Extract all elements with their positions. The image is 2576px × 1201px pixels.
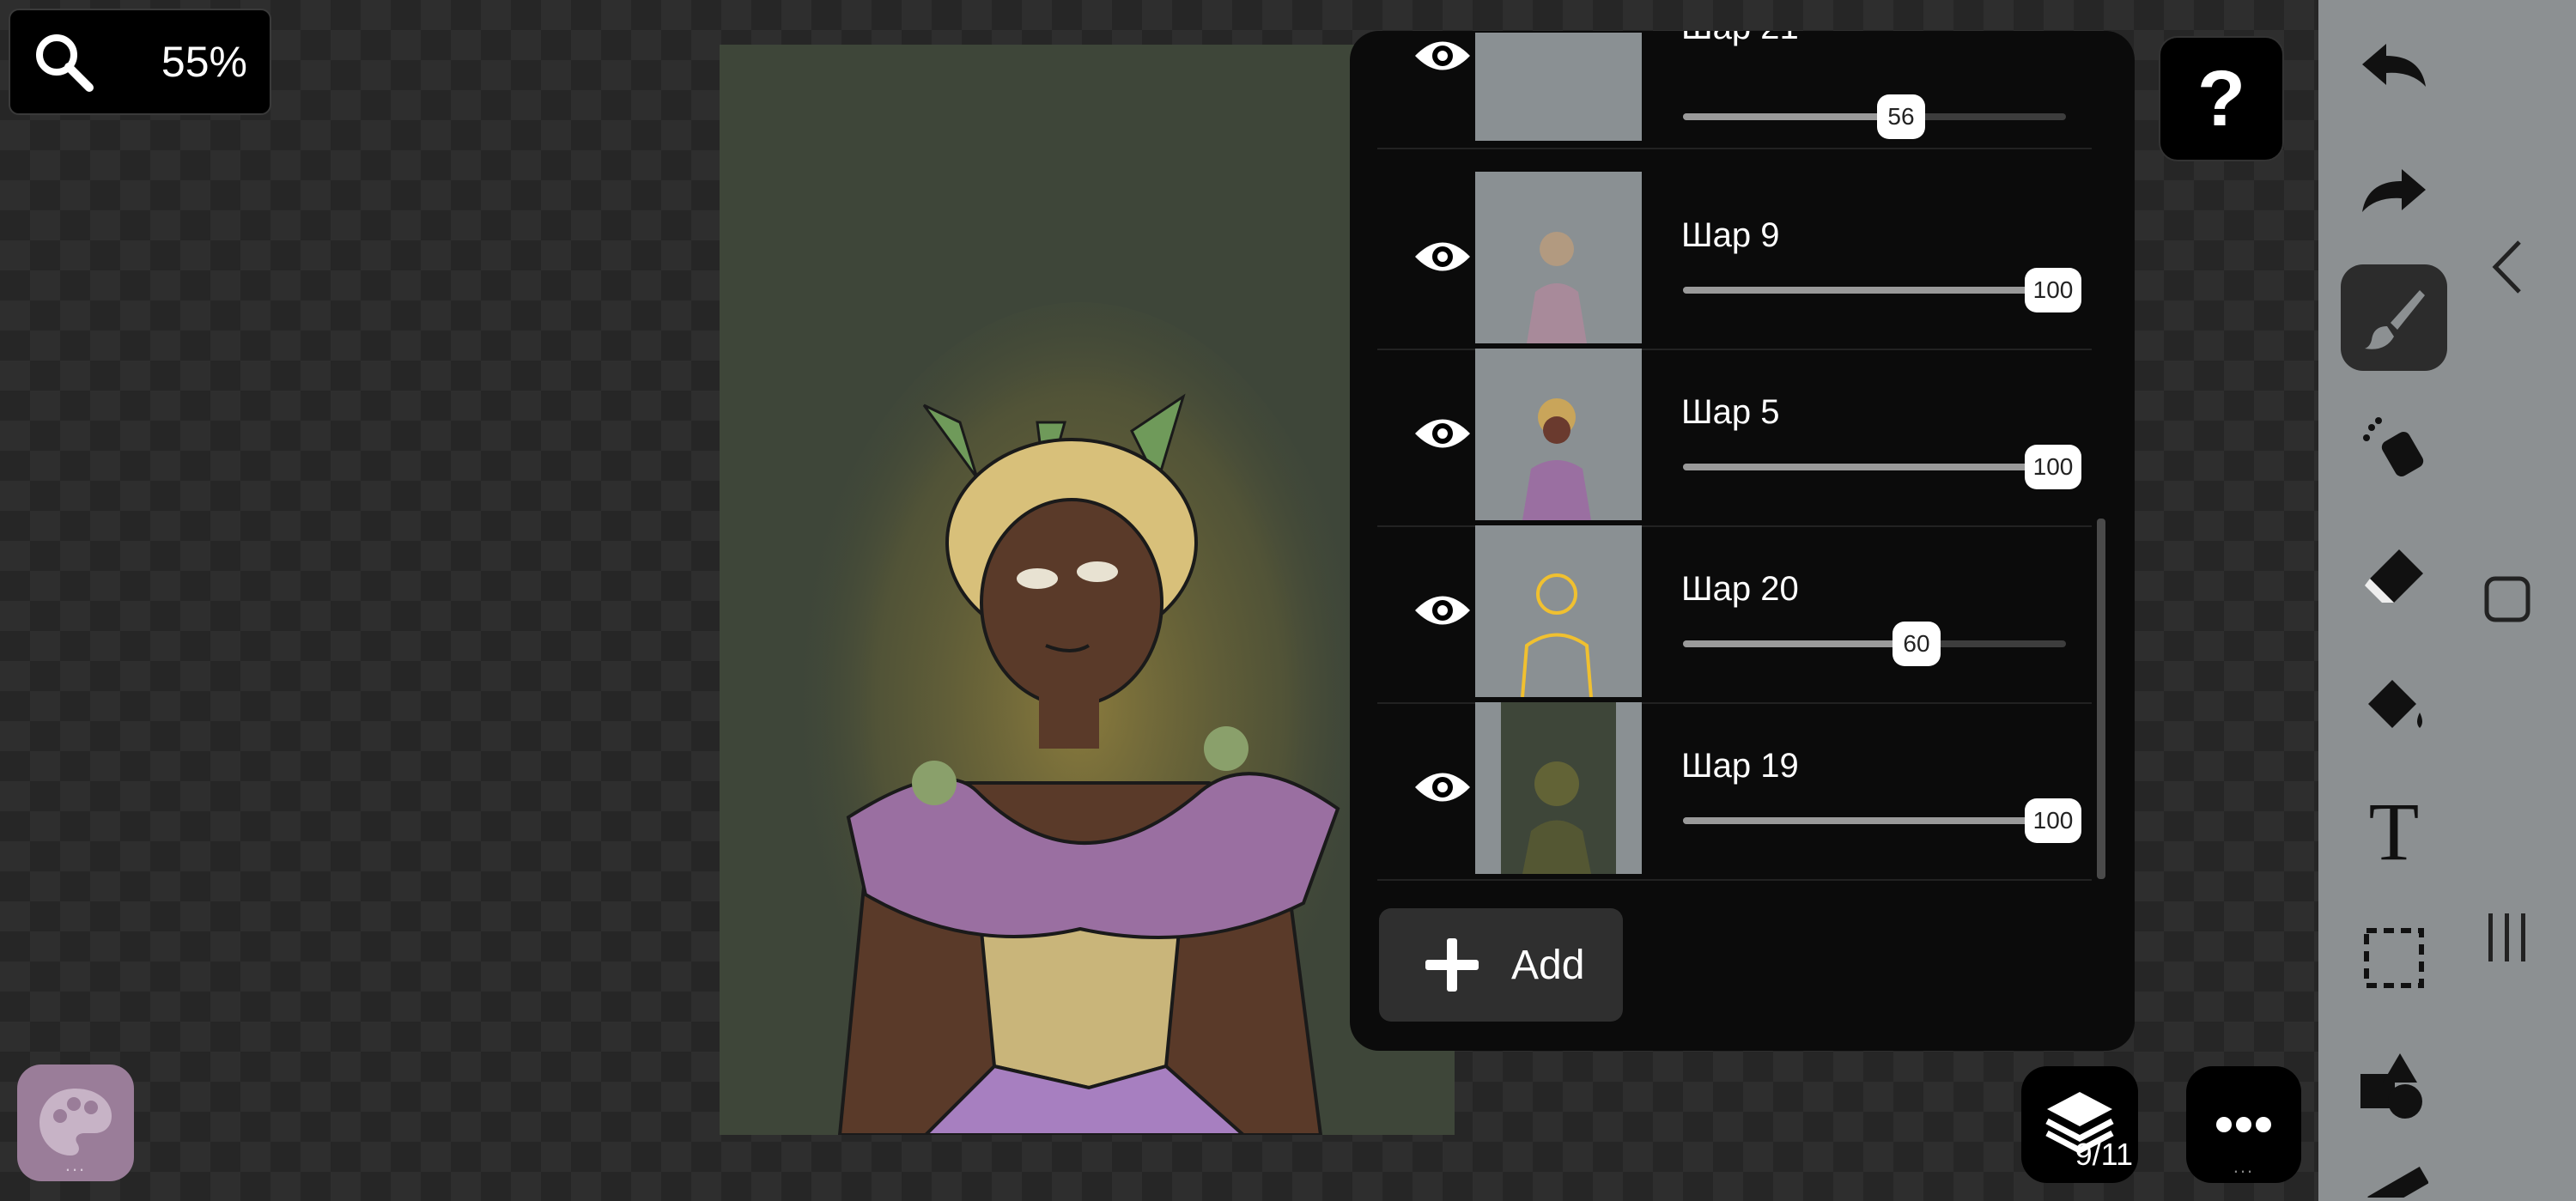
glow-outline-thumbnail[interactable] [1475,525,1642,697]
ruler-tool-button[interactable] [2341,1142,2447,1201]
undo-button[interactable] [2341,14,2447,120]
help-button[interactable]: ? [2159,36,2284,161]
layers-button[interactable]: 9/11 [2021,1066,2138,1183]
eye-icon[interactable] [1412,587,1473,634]
plus-icon [1425,938,1479,992]
undo-icon [2362,44,2426,87]
brush-icon [2365,290,2425,349]
palette-button[interactable]: ... [17,1065,134,1181]
layer-name: Шар 9 [1681,216,1780,254]
dark-background-thumbnail[interactable] [1475,702,1642,874]
add-label: Add [1511,942,1585,988]
layer-row[interactable]: Шар 5 100 [1377,349,2092,527]
selection-icon [2364,928,2424,988]
text-icon: T [2368,785,2420,877]
layer-name: Шар 19 [1681,747,1799,785]
recents-square-icon[interactable] [2482,573,2533,625]
layer-row[interactable]: Шар 20 60 [1377,525,2092,704]
eraser-tool-button[interactable] [2341,522,2447,628]
opacity-value[interactable]: 60 [1893,622,1941,666]
zoom-indicator[interactable]: 55% [9,9,271,115]
eye-icon[interactable] [1412,764,1473,810]
spray-tool-button[interactable] [2341,393,2447,500]
sketch-figure-thumbnail[interactable] [1475,172,1642,343]
layer-row[interactable]: Шар 9 100 [1377,172,2092,350]
eye-icon[interactable] [1412,234,1473,280]
text-tool-button[interactable]: T [2341,778,2447,884]
redo-button[interactable] [2341,139,2447,246]
tool-sidebar: T [2318,0,2576,1201]
redo-icon [2362,169,2426,212]
more-button[interactable]: ... [2186,1066,2301,1183]
layer-name: Шар 21 [1681,31,1799,47]
search-icon [36,34,94,92]
spray-icon [2363,417,2424,476]
selection-tool-button[interactable] [2341,905,2447,1011]
more-sub-indicator: ... [2233,1156,2255,1177]
zoom-value: 55% [161,38,247,86]
layer-count: 9/11 [2075,1137,2133,1172]
ruler-icon [2367,1166,2428,1198]
layers-panel: Шар 21 56 Шар 9 100 [1350,31,2135,1051]
palette-sub-indicator: ... [64,1154,87,1175]
opacity-value[interactable]: 56 [1877,94,1925,139]
opacity-value[interactable]: 100 [2025,268,2081,312]
opacity-value[interactable]: 100 [2025,798,2081,843]
opacity-slider[interactable]: 100 [1683,798,2081,843]
fill-tool-button[interactable] [2341,651,2447,757]
eye-icon[interactable] [1412,33,1473,79]
brush-tool-button[interactable] [2341,264,2447,371]
layer-row[interactable]: Шар 21 56 [1377,31,2092,149]
layer-name: Шар 20 [1681,570,1799,608]
layers-scrollbar[interactable] [2097,519,2105,879]
artwork-illustration [788,302,1372,1135]
opacity-value[interactable]: 100 [2025,445,2081,489]
eraser-icon [2365,549,2423,603]
shapes-tool-button[interactable] [2341,1034,2447,1140]
opacity-slider[interactable]: 100 [1683,445,2081,489]
empty-layer-thumbnail[interactable] [1475,33,1642,141]
opacity-slider[interactable]: 56 [1683,94,2066,139]
recent-apps-icon[interactable] [2482,910,2533,965]
back-chevron-icon[interactable] [2487,237,2528,297]
eye-icon[interactable] [1412,410,1473,457]
colored-figure-thumbnail[interactable] [1475,349,1642,520]
add-layer-button[interactable]: Add [1379,908,1623,1022]
shapes-icon [2360,1053,2422,1119]
layer-row[interactable]: Шар 19 100 [1377,702,2092,881]
fill-bucket-icon [2368,680,2422,728]
layer-name: Шар 5 [1681,393,1780,431]
drawing-canvas[interactable] [720,45,1455,1135]
opacity-slider[interactable]: 100 [1683,268,2081,312]
opacity-slider[interactable]: 60 [1683,622,2066,666]
